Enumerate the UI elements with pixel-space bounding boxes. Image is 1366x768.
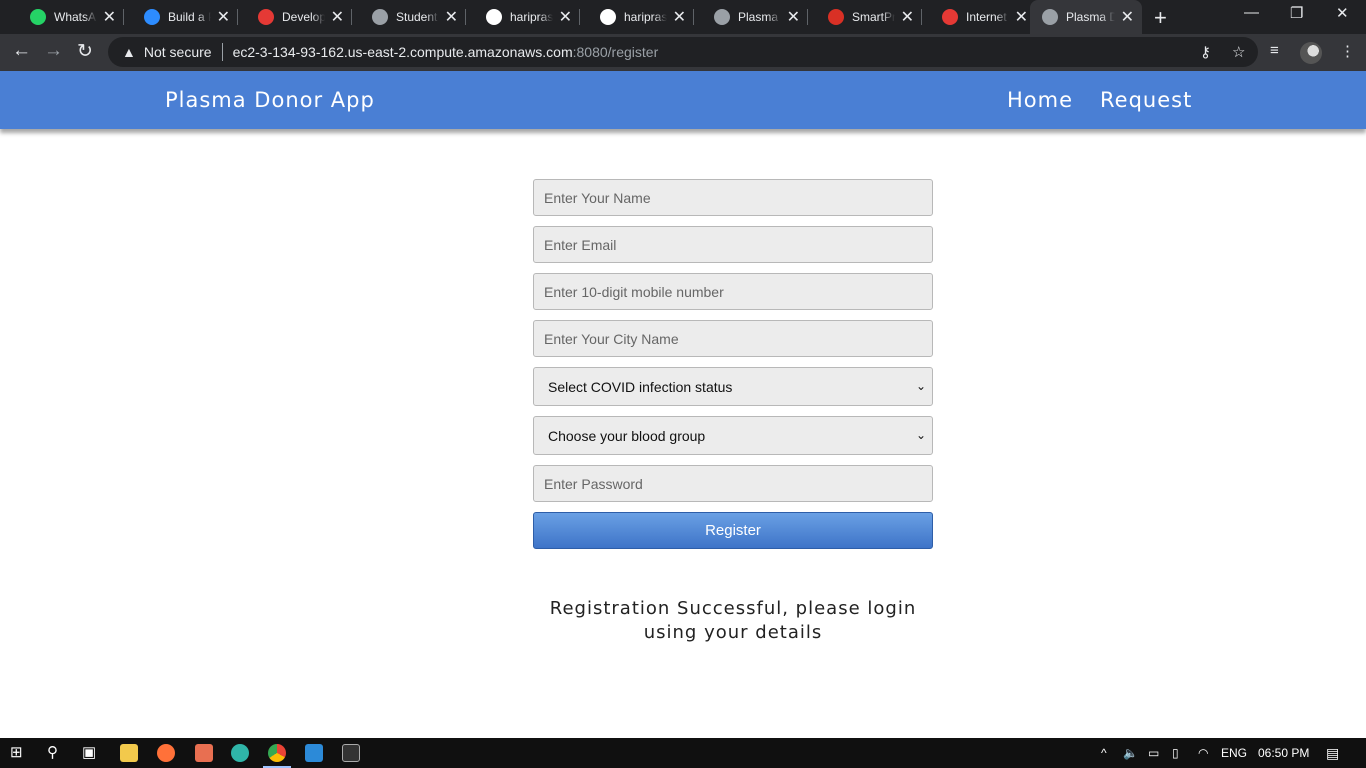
gmail-icon	[828, 9, 844, 25]
registration-message: Registration Successful, please login us…	[549, 598, 917, 643]
vscode-icon[interactable]	[305, 744, 323, 762]
hackerearth-icon	[258, 9, 274, 25]
tab-label: Plasma Donor	[1066, 10, 1115, 24]
browser-tab[interactable]: Build a Plasma ✕	[124, 0, 238, 34]
bookmark-star-icon[interactable]: ☆	[1232, 43, 1245, 61]
tray-expand-icon[interactable]: ^	[1101, 746, 1107, 760]
speedtest-icon	[942, 9, 958, 25]
security-label[interactable]: Not secure	[144, 44, 212, 60]
browser-tab[interactable]: WhatsApp ✕	[10, 0, 124, 34]
language-indicator[interactable]: ENG	[1221, 746, 1247, 760]
minimize-button[interactable]: —	[1244, 4, 1259, 21]
edge-icon[interactable]	[231, 744, 249, 762]
tab-close-icon[interactable]: ✕	[217, 7, 230, 27]
omnibox-divider	[221, 43, 223, 61]
browser-tab-strip: WhatsApp✕Build a Plasma✕Developer✕Studen…	[0, 0, 1366, 34]
browser-tab[interactable]: Plasma Donor ✕	[694, 0, 808, 34]
virtualbox-icon[interactable]	[195, 744, 213, 762]
browser-tab[interactable]: hariprasad ✕	[580, 0, 694, 34]
browser-tab[interactable]: Student Dashboard ✕	[352, 0, 466, 34]
reload-icon[interactable]: ↻	[77, 40, 93, 63]
chevron-down-icon: ⌄	[915, 379, 926, 393]
windows-taskbar: ⊞ ⚲ ▣ ^ 🔈 ▭ ▯ ◠ ENG 06:50 PM ▤	[0, 738, 1366, 768]
browser-tab[interactable]: Developer ✕	[238, 0, 352, 34]
tab-close-icon[interactable]: ✕	[673, 7, 686, 27]
browser-toolbar: ← → ↻ ▲ Not secure ec2-3-134-93-162.us-e…	[0, 34, 1366, 71]
clock[interactable]: 06:50 PM	[1258, 746, 1309, 760]
tab-close-icon[interactable]: ✕	[901, 7, 914, 27]
nav-link-home[interactable]: Home	[1007, 88, 1073, 112]
new-tab-button[interactable]: +	[1154, 5, 1167, 31]
tab-label: WhatsApp	[54, 10, 97, 24]
file-explorer-icon[interactable]	[120, 744, 138, 762]
url-host: ec2-3-134-93-162.us-east-2.compute.amazo…	[232, 44, 573, 60]
volume-icon[interactable]: 🔈	[1123, 746, 1138, 760]
blood-group-value: Choose your blood group	[548, 427, 706, 444]
tab-label: Internet Speed	[966, 10, 1009, 24]
browser-tab[interactable]: SmartPrix ✕	[808, 0, 922, 34]
tab-close-icon[interactable]: ✕	[103, 7, 116, 27]
tab-close-icon[interactable]: ✕	[787, 7, 800, 27]
covid-status-value: Select COVID infection status	[548, 378, 733, 395]
tab-label: Developer	[282, 10, 325, 24]
url-path: :8080/register	[572, 44, 659, 60]
email-input[interactable]	[533, 226, 933, 263]
password-input[interactable]	[533, 465, 933, 502]
menu-icon[interactable]: ⋮	[1340, 42, 1355, 60]
blood-group-select[interactable]: Choose your blood group ⌄	[533, 416, 933, 455]
tab-close-icon[interactable]: ✕	[331, 7, 344, 27]
tab-label: Build a Plasma	[168, 10, 211, 24]
name-input[interactable]	[533, 179, 933, 216]
browser-tab[interactable]: hariprasad ✕	[466, 0, 580, 34]
firefox-icon[interactable]	[157, 744, 175, 762]
tab-label: hariprasad	[624, 10, 667, 24]
app-navbar: Plasma Donor App Home Request	[0, 71, 1366, 129]
browser-tab[interactable]: Plasma Donor ✕	[1030, 0, 1142, 34]
zoom-icon	[144, 9, 160, 25]
mobile-input[interactable]	[533, 273, 933, 310]
github-icon	[600, 9, 616, 25]
tab-close-icon[interactable]: ✕	[559, 7, 572, 27]
display-icon[interactable]: ▭	[1148, 746, 1159, 760]
whatsapp-icon	[30, 9, 46, 25]
tab-close-icon[interactable]: ✕	[445, 7, 458, 27]
globe-icon	[714, 9, 730, 25]
covid-status-select[interactable]: Select COVID infection status ⌄	[533, 367, 933, 406]
tab-label: Plasma Donor	[738, 10, 781, 24]
back-icon[interactable]: ←	[12, 40, 31, 62]
brand-title[interactable]: Plasma Donor App	[165, 88, 375, 112]
chrome-icon[interactable]	[268, 744, 286, 762]
nav-link-request[interactable]: Request	[1100, 88, 1192, 112]
globe-icon	[372, 9, 388, 25]
windows-start-icon[interactable]: ⊞	[10, 743, 23, 761]
chevron-down-icon: ⌄	[915, 428, 926, 442]
tab-label: Student Dashboard	[396, 10, 439, 24]
tab-label: hariprasad	[510, 10, 553, 24]
search-icon[interactable]: ⚲	[47, 743, 58, 761]
notification-icon[interactable]: ▤	[1326, 745, 1339, 762]
register-button[interactable]: Register	[533, 512, 933, 549]
media-control-icon[interactable]: ≡	[1270, 42, 1279, 59]
restore-button[interactable]: ❐	[1290, 4, 1303, 22]
github-icon	[486, 9, 502, 25]
command-prompt-icon[interactable]	[342, 744, 360, 762]
address-bar[interactable]: ▲ Not secure ec2-3-134-93-162.us-east-2.…	[108, 37, 1258, 67]
wifi-icon[interactable]: ◠	[1198, 746, 1208, 760]
browser-tab[interactable]: Internet Speed ✕	[922, 0, 1036, 34]
profile-avatar[interactable]	[1300, 42, 1322, 64]
globe-icon	[1042, 9, 1058, 25]
warning-icon[interactable]: ▲	[122, 44, 136, 60]
key-icon[interactable]: ⚷	[1200, 43, 1211, 61]
tab-label: SmartPrix	[852, 10, 895, 24]
battery-icon[interactable]: ▯	[1172, 746, 1179, 760]
close-window-button[interactable]: ✕	[1336, 4, 1349, 22]
task-view-icon[interactable]: ▣	[82, 743, 96, 761]
tab-close-icon[interactable]: ✕	[1121, 7, 1134, 27]
tab-close-icon[interactable]: ✕	[1015, 7, 1028, 27]
forward-icon[interactable]: →	[44, 40, 63, 62]
city-input[interactable]	[533, 320, 933, 357]
